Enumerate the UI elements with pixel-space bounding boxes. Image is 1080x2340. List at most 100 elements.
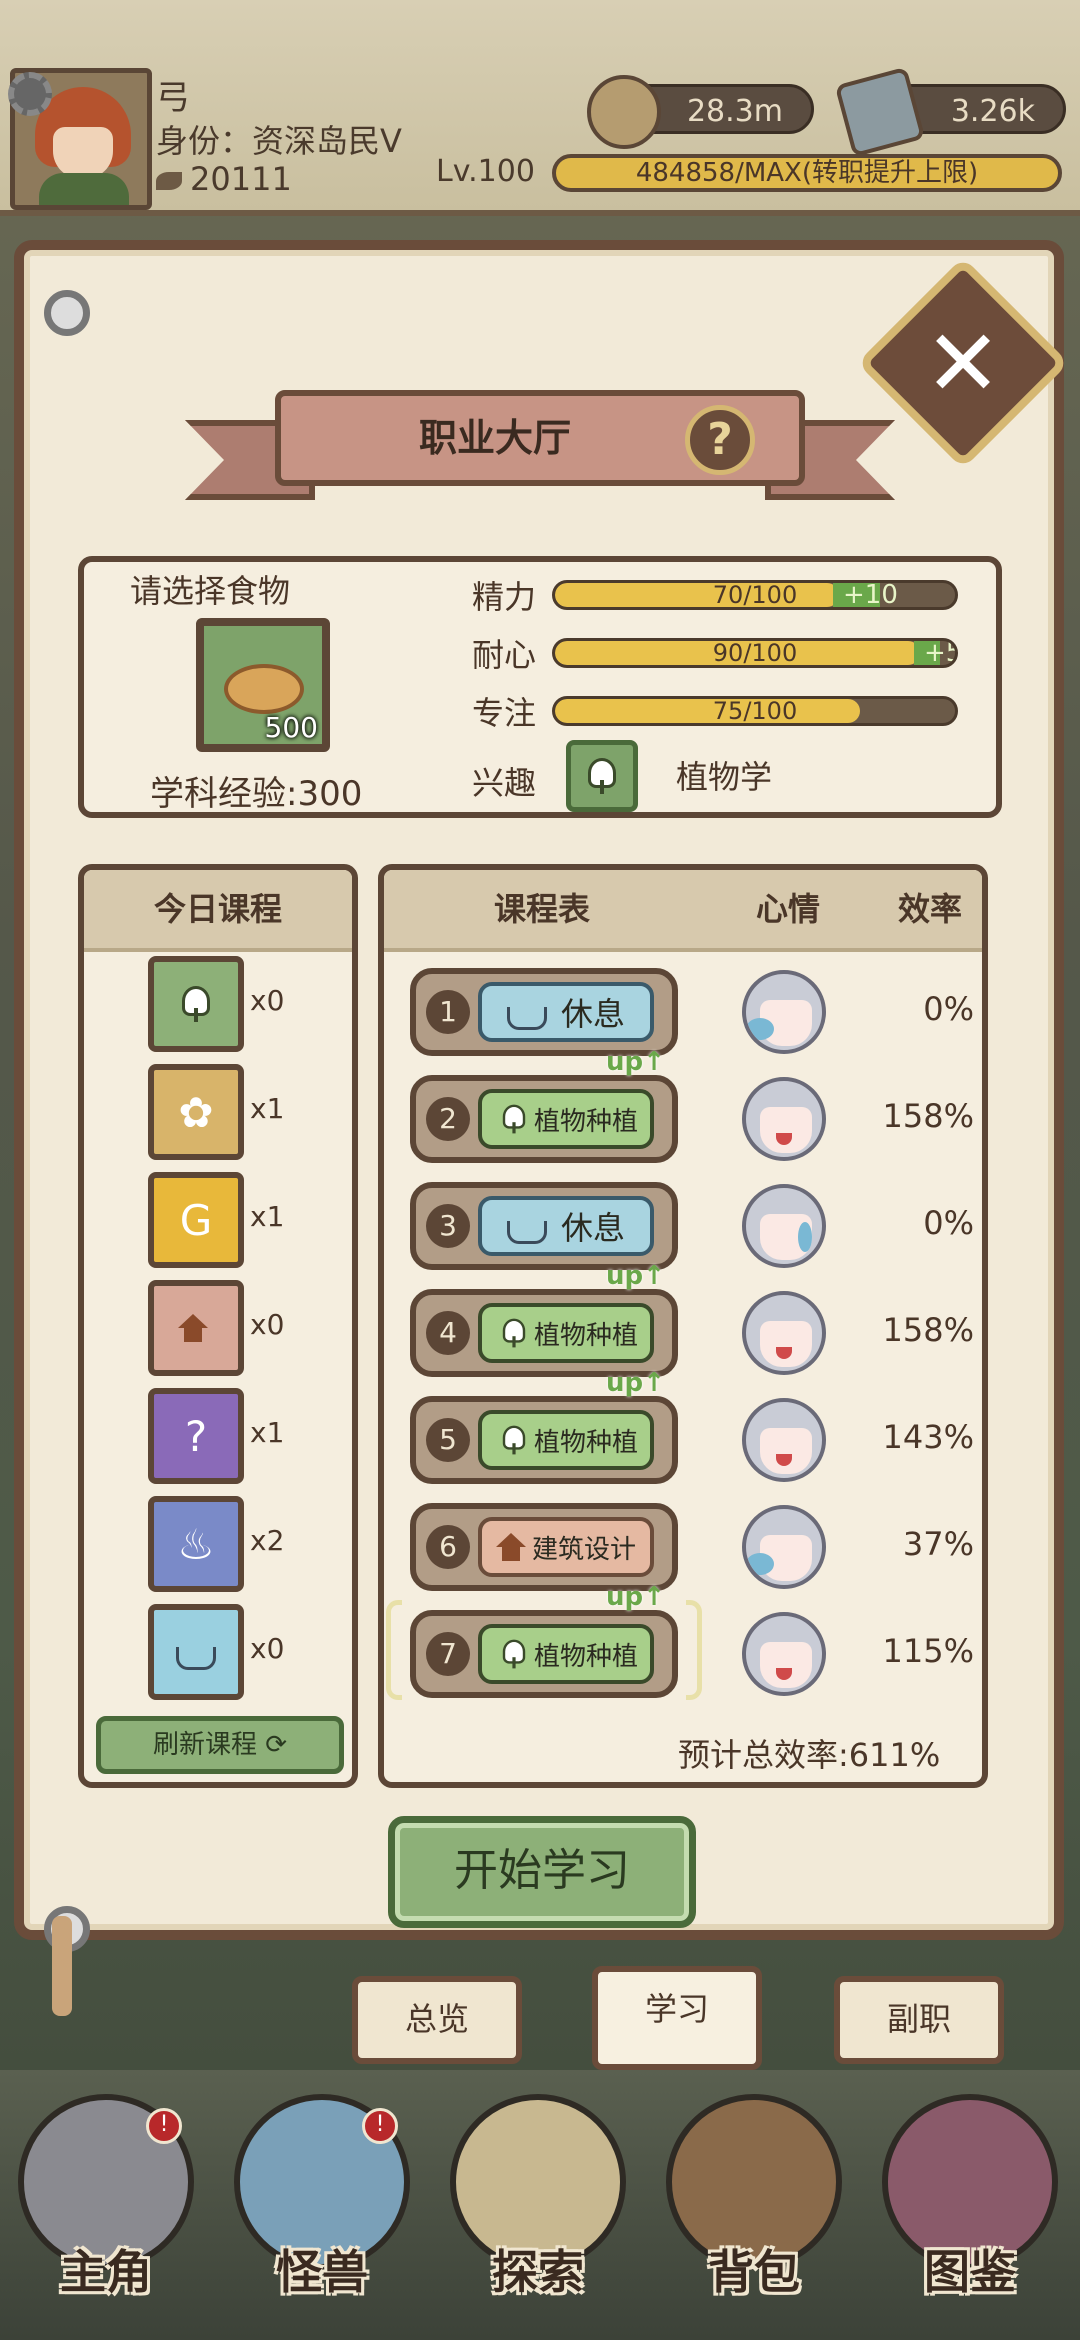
course-label: 植物种植 [478, 1410, 654, 1470]
leaf-icon [498, 1103, 530, 1135]
help-button[interactable]: ? [685, 405, 755, 475]
stone-counter[interactable]: 3.26k [834, 66, 1066, 158]
nav-label[interactable]: 背包 [654, 2236, 854, 2302]
efficiency-value: 115% [882, 1632, 974, 1670]
food-label: 请选择食物 [129, 572, 290, 610]
notification-badge: ! [146, 2108, 182, 2144]
title-ribbon: 职业大厅 [185, 380, 895, 510]
tab-overview[interactable]: 总览 [352, 1976, 522, 2064]
player-name: 弓 [156, 78, 190, 118]
panel-title: 职业大厅 [418, 416, 571, 460]
nav-label[interactable]: 探索 [438, 2236, 638, 2302]
mood-happy-icon [742, 1291, 826, 1375]
cup-icon [506, 1220, 547, 1244]
stat-label: 耐心 [472, 636, 537, 674]
refresh-courses-button[interactable]: 刷新课程 ⟳ [96, 1716, 344, 1774]
course-count: x1 [250, 1200, 285, 1233]
player-identity: 身份：资深岛民Ⅴ [156, 122, 402, 160]
up-indicator: up↑ [606, 1582, 665, 1612]
schedule-slot[interactable]: 2 植物种植 [410, 1075, 678, 1163]
slot-number: 6 [426, 1525, 470, 1569]
stat-label: 专注 [472, 694, 537, 732]
close-icon: ✕ [924, 309, 1002, 417]
schedule-slot[interactable]: 6 建筑设计 [410, 1503, 678, 1591]
course-label: 建筑设计 [478, 1517, 654, 1577]
course-count: x0 [250, 1308, 285, 1341]
up-indicator: up↑ [606, 1261, 665, 1291]
leaf-icon [498, 1317, 530, 1349]
leaf-icon[interactable] [148, 956, 244, 1052]
mood-happy-icon [742, 1398, 826, 1482]
efficiency-header: 效率 [898, 890, 963, 928]
nav-label[interactable]: 主角 [6, 2236, 206, 2302]
mood-sleepy-icon [742, 1505, 826, 1589]
start-study-button[interactable]: 开始学习 [388, 1816, 696, 1928]
course-count: x0 [250, 984, 285, 1017]
leaf-counter: 20111 [156, 160, 292, 198]
slot-number: 7 [426, 1632, 470, 1676]
efficiency-value: 143% [882, 1418, 974, 1456]
slot-number: 1 [426, 990, 470, 1034]
coin-counter[interactable]: 28.3m [587, 75, 814, 149]
house-icon[interactable] [148, 1280, 244, 1376]
interest-value: 植物学 [676, 758, 773, 796]
selection-bracket [386, 1600, 402, 1700]
schedule-slot[interactable]: 4 植物种植 [410, 1289, 678, 1377]
up-indicator: up↑ [606, 1368, 665, 1398]
mood-happy-icon [742, 1612, 826, 1696]
course-label: 休息 [478, 1196, 654, 1256]
schedule-slot[interactable]: 3 休息 [410, 1182, 678, 1270]
slot-number: 5 [426, 1418, 470, 1462]
stat-row: 精力 70/100 +10 [472, 574, 972, 616]
leaf-icon [498, 1638, 530, 1670]
schedule-slot[interactable]: 5 植物种植 [410, 1396, 678, 1484]
course-count: x2 [250, 1524, 285, 1557]
efficiency-value: 37% [902, 1525, 974, 1563]
mood-crying-icon [742, 1184, 826, 1268]
paw-icon[interactable]: ✿ [148, 1064, 244, 1160]
course-count: x1 [250, 1416, 285, 1449]
interest-label: 兴趣 [472, 764, 537, 802]
mood-header: 心情 [756, 890, 821, 928]
total-efficiency: 预计总效率:611% [678, 1736, 941, 1774]
gear-icon[interactable] [8, 72, 52, 116]
schedule-slot[interactable]: 7 植物种植 [410, 1610, 678, 1698]
subject-exp: 学科经验:300 [150, 774, 363, 814]
tab-study[interactable]: 学习 [592, 1966, 762, 2070]
cup-icon[interactable] [148, 1604, 244, 1700]
slot-number: 4 [426, 1311, 470, 1355]
stat-row: 耐心 90/100 +5 [472, 632, 972, 674]
slot-number: 2 [426, 1097, 470, 1141]
mood-sleepy-icon [742, 970, 826, 1054]
pin-ring-icon [44, 290, 90, 336]
rope [52, 1916, 72, 2016]
stat-bar: 70/100 +10 [552, 580, 958, 610]
course-label: 植物种植 [478, 1089, 654, 1149]
up-indicator: up↑ [606, 1047, 665, 1077]
stat-bonus: +10 [843, 580, 898, 610]
money-bag-icon[interactable]: G [148, 1172, 244, 1268]
water-icon[interactable]: ♨ [148, 1496, 244, 1592]
leaf-icon [156, 172, 182, 190]
schedule-slot[interactable]: 1 休息 [410, 968, 678, 1056]
food-slot[interactable]: 500 [196, 618, 330, 752]
stat-bar: 75/100 [552, 696, 958, 726]
efficiency-value: 0% [923, 1204, 974, 1242]
tab-side-job[interactable]: 副职 [834, 1976, 1004, 2064]
stat-bar: 90/100 +5 [552, 638, 958, 668]
bread-icon [224, 664, 304, 714]
course-label: 植物种植 [478, 1303, 654, 1363]
food-count: 500 [264, 711, 318, 744]
notification-badge: ! [362, 2108, 398, 2144]
efficiency-value: 158% [882, 1311, 974, 1349]
course-count: x0 [250, 1632, 285, 1665]
potion-icon[interactable]: ? [148, 1388, 244, 1484]
efficiency-value: 0% [923, 990, 974, 1028]
level-label: Lv.100 [436, 154, 535, 189]
interest-leaf-icon [566, 740, 638, 812]
stat-value: 75/100 [712, 697, 798, 725]
nav-label[interactable]: 图鉴 [870, 2236, 1070, 2302]
nav-label[interactable]: 怪兽 [222, 2236, 422, 2302]
stat-row: 专注 75/100 [472, 690, 972, 732]
slot-number: 3 [426, 1204, 470, 1248]
